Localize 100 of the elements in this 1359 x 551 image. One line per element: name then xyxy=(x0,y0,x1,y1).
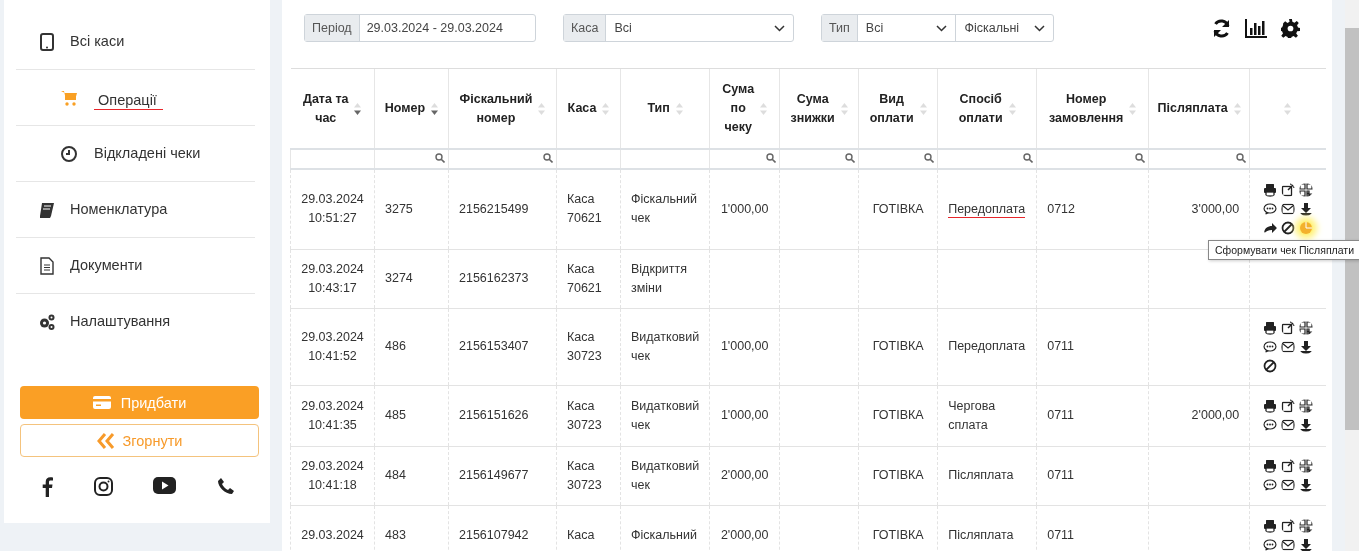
table-cell: 0711 xyxy=(1047,468,1075,482)
table-cell: 2'000,00 xyxy=(720,468,769,482)
sort-icon[interactable] xyxy=(431,101,439,116)
search-icon[interactable] xyxy=(845,153,856,163)
column-header[interactable]: Тип xyxy=(647,99,670,118)
table-cell: Фіскальний xyxy=(631,527,697,542)
table-cell: Післяплата xyxy=(948,468,1014,482)
search-icon[interactable] xyxy=(1236,153,1247,163)
external-link-icon[interactable] xyxy=(1280,518,1295,533)
table-cell: 0711 xyxy=(1047,527,1075,542)
table-cell: 2156151626 xyxy=(459,408,529,422)
search-icon[interactable] xyxy=(766,153,777,163)
table-cell: 486 xyxy=(385,339,406,353)
tooltip: Сформувати чек Післяплати xyxy=(1208,240,1359,260)
sidebar-item[interactable]: Номенклатура xyxy=(70,200,168,219)
settings-icon[interactable] xyxy=(1281,18,1300,38)
comment-icon[interactable] xyxy=(1262,202,1277,217)
table-cell: Каса xyxy=(567,527,595,542)
bar-chart-icon[interactable] xyxy=(1245,18,1267,38)
comment-icon[interactable] xyxy=(1262,478,1277,492)
table-cell: 29.03.2024 10:41:18 xyxy=(301,458,364,492)
instagram-icon[interactable] xyxy=(93,477,113,496)
phone-icon[interactable] xyxy=(216,477,235,495)
refresh-icon[interactable] xyxy=(1212,18,1231,38)
download-icon[interactable] xyxy=(1298,418,1313,432)
table-cell: ГОТІВКА xyxy=(872,408,924,422)
qr-code-icon[interactable] xyxy=(1298,518,1313,533)
youtube-icon[interactable] xyxy=(153,477,177,494)
table-cell: ГОТІВКА xyxy=(872,339,924,353)
table-cell: 3275 xyxy=(385,201,413,216)
qr-code-icon[interactable] xyxy=(1298,459,1313,473)
double-chevron-left-icon xyxy=(96,432,115,449)
sort-icon[interactable] xyxy=(354,101,362,116)
kasa-label: Каса xyxy=(564,15,607,41)
printer-icon[interactable] xyxy=(1262,183,1277,198)
column-header[interactable]: Післяплата xyxy=(1157,99,1228,118)
column-header[interactable]: Номер xyxy=(384,99,426,118)
search-icon[interactable] xyxy=(924,153,935,163)
comment-icon[interactable] xyxy=(1262,339,1277,354)
printer-icon[interactable] xyxy=(1262,518,1277,533)
search-icon[interactable] xyxy=(435,153,445,163)
external-link-icon[interactable] xyxy=(1280,183,1295,198)
facebook-icon[interactable] xyxy=(42,477,53,497)
period-field[interactable]: Період 29.03.2024 - 29.03.2024 xyxy=(304,14,536,42)
comment-icon[interactable] xyxy=(1262,418,1277,432)
column-header[interactable]: Каса xyxy=(567,99,597,118)
table-cell: Чергова сплата xyxy=(948,398,996,432)
comment-icon[interactable] xyxy=(1262,537,1277,551)
table-cell: 3274 xyxy=(385,271,413,285)
external-link-icon[interactable] xyxy=(1280,320,1295,335)
table-cell: 2156107942 xyxy=(459,527,529,542)
envelope-icon[interactable] xyxy=(1280,418,1295,432)
download-icon[interactable] xyxy=(1298,537,1313,551)
table-cell: Відкриття зміни xyxy=(631,261,688,295)
table-cell: ГОТІВКА xyxy=(872,468,924,482)
period-value: 29.03.2024 - 29.03.2024 xyxy=(365,20,504,37)
sidebar-item[interactable]: Відкладені чеки xyxy=(94,144,201,163)
sidebar-item[interactable]: Налаштування xyxy=(70,312,171,331)
qr-code-icon[interactable] xyxy=(1298,183,1313,198)
download-icon[interactable] xyxy=(1298,478,1313,492)
sidebar-item[interactable]: Всі каси xyxy=(70,32,125,51)
table-cell: Каса 30723 xyxy=(567,458,602,492)
download-icon[interactable] xyxy=(1298,202,1313,217)
search-icon[interactable] xyxy=(1023,153,1034,163)
table-cell: 29.03.2024 10:41:52 xyxy=(301,329,364,363)
qr-code-icon[interactable] xyxy=(1298,320,1313,335)
kasa-select[interactable]: Каса Всі xyxy=(563,14,794,42)
table-cell: 0712 xyxy=(1047,201,1075,216)
search-icon[interactable] xyxy=(543,153,553,163)
cancel-icon[interactable] xyxy=(1280,221,1295,236)
external-link-icon[interactable] xyxy=(1280,399,1295,413)
table-cell: Каса 70621 xyxy=(567,192,602,226)
table-cell: 29.03.2024 10:51:27 xyxy=(301,192,364,226)
external-link-icon[interactable] xyxy=(1280,459,1295,473)
search-icon[interactable] xyxy=(1135,153,1146,163)
printer-icon[interactable] xyxy=(1262,320,1277,335)
cancel-icon[interactable] xyxy=(1262,358,1277,373)
envelope-icon[interactable] xyxy=(1280,478,1295,492)
table-cell: 1'000,00 xyxy=(720,339,769,353)
printer-icon[interactable] xyxy=(1262,399,1277,413)
table-cell: 1'000,00 xyxy=(720,201,769,216)
qr-code-icon[interactable] xyxy=(1298,399,1313,413)
sidebar-item[interactable]: Операції xyxy=(94,91,163,110)
envelope-icon[interactable] xyxy=(1280,339,1295,354)
printer-icon[interactable] xyxy=(1262,459,1277,473)
chevron-down-icon xyxy=(774,24,785,32)
table-cell: 2156153407 xyxy=(459,339,529,353)
table-cell: 484 xyxy=(385,468,406,482)
envelope-icon[interactable] xyxy=(1280,537,1295,551)
column-header[interactable]: Дата та час xyxy=(303,89,349,128)
envelope-icon[interactable] xyxy=(1280,202,1295,217)
download-icon[interactable] xyxy=(1298,339,1313,354)
table-cell: Післяплата xyxy=(948,527,1014,542)
table-cell: Видатковий чек xyxy=(631,329,700,363)
table-cell: Видатковий чек xyxy=(631,398,700,432)
table-cell: 2156215499 xyxy=(459,201,529,216)
table-cell: Передоплата xyxy=(948,339,1026,353)
sidebar-item[interactable]: Документи xyxy=(70,256,143,275)
table-cell: 483 xyxy=(385,527,406,542)
forward-arrow-icon[interactable] xyxy=(1262,221,1277,236)
